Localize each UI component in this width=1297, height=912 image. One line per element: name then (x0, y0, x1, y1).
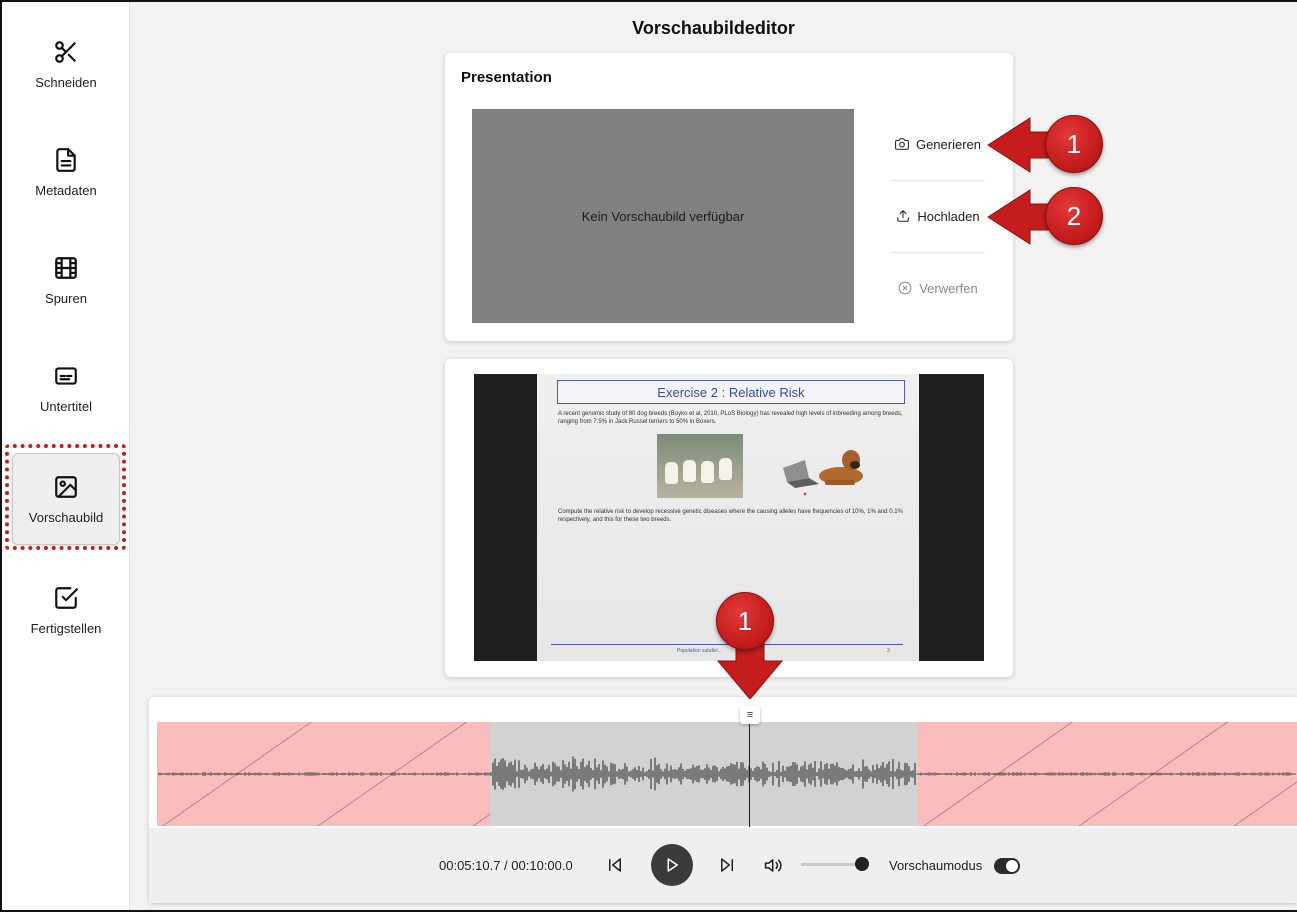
discard-button-label: Verwerfen (919, 280, 978, 296)
film-icon (55, 256, 77, 279)
skip-forward-icon (721, 858, 733, 872)
sidebar-item-label: Metadaten (35, 182, 97, 198)
checkbox-icon (55, 586, 78, 609)
slide-text: A recent genomic study of 80 dog breeds … (558, 411, 903, 425)
sidebar: Schneiden Metadaten Spuren Untertitel Vo… (2, 2, 130, 910)
sidebar-item-label: Spuren (45, 290, 87, 306)
sidebar-item-metadaten[interactable]: Metadaten (12, 126, 120, 218)
boxer-laptop-photo (783, 450, 863, 496)
close-circle-icon (898, 281, 912, 295)
audio-waveform (158, 756, 1296, 792)
sidebar-item-label: Vorschaubild (28, 509, 104, 525)
callout-badge-upload: 2 (1045, 187, 1103, 245)
dogs-photo (657, 434, 743, 498)
sidebar-item-vorschaubild[interactable]: Vorschaubild (12, 453, 120, 545)
sidebar-item-label: Fertigstellen (30, 620, 102, 636)
volume-icon (764, 858, 782, 872)
sidebar-item-label: Untertitel (39, 398, 93, 414)
sidebar-item-fertigstellen[interactable]: Fertigstellen (12, 564, 120, 656)
skip-forward-button[interactable] (716, 854, 738, 876)
timeline-panel: ≡ 00:05:10.7 / 00:10:00.0 Vorschaumodus (149, 697, 1297, 903)
playhead-line (749, 710, 750, 827)
slide-title: Exercise 2 : Relative Risk (557, 380, 905, 404)
document-icon (56, 147, 76, 172)
discard-button[interactable]: Verwerfen (891, 253, 985, 323)
callout-badge-playhead: 1 (716, 592, 774, 650)
mute-button[interactable] (761, 853, 785, 877)
playhead-handle[interactable]: ≡ (740, 706, 760, 724)
camera-icon (895, 138, 909, 150)
volume-slider-knob[interactable] (855, 857, 869, 871)
time-display: 00:05:10.7 / 00:10:00.0 (439, 858, 573, 873)
upload-icon (897, 210, 910, 222)
thumbnail-placeholder: Kein Vorschaubild verfügbar (472, 109, 854, 323)
sidebar-item-spuren[interactable]: Spuren (12, 234, 120, 326)
scissors-icon (55, 40, 76, 63)
thumbnail-card: Presentation Kein Vorschaubild verfügbar… (445, 53, 1013, 341)
image-icon (55, 475, 77, 498)
play-icon (667, 858, 678, 872)
play-button[interactable] (651, 844, 693, 886)
waveform-timeline[interactable] (157, 722, 1297, 826)
skip-back-button[interactable] (604, 854, 626, 876)
player-controls: 00:05:10.7 / 00:10:00.0 Vorschaumodus (149, 828, 1297, 903)
preview-mode-toggle[interactable] (994, 858, 1020, 874)
sidebar-item-schneiden[interactable]: Schneiden (12, 18, 120, 110)
callout-badge-generate: 1 (1045, 115, 1103, 173)
track-title: Presentation (461, 69, 552, 86)
slide-text: Compute the relative risk to develop rec… (558, 509, 903, 523)
preview-mode-label: Vorschaumodus (889, 858, 983, 873)
sidebar-item-label: Schneiden (35, 74, 97, 90)
page-title: Vorschaubildeditor (632, 18, 795, 38)
subtitles-icon (55, 366, 77, 385)
slide-page-number: 3 (887, 648, 890, 654)
skip-back-icon (609, 858, 621, 872)
thumbnail-placeholder-text: Kein Vorschaubild verfügbar (581, 208, 745, 224)
sidebar-item-untertitel[interactable]: Untertitel (12, 342, 120, 434)
